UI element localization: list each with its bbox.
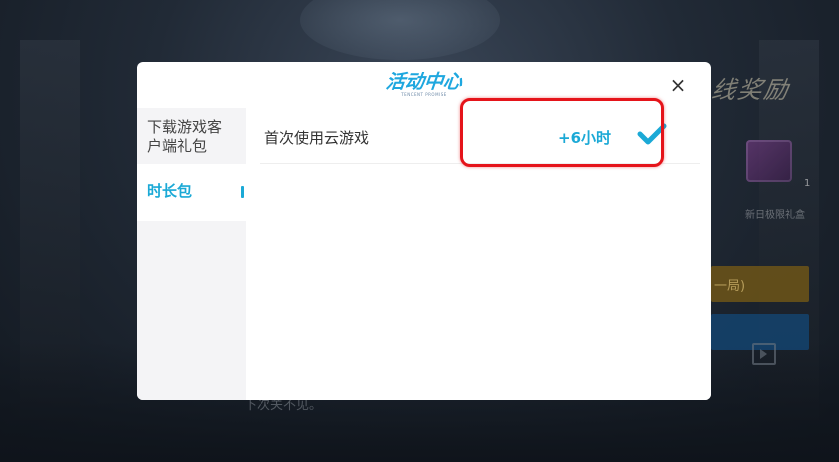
task-row: 首次使用云游戏 +6小时 — [260, 108, 700, 164]
active-indicator — [241, 186, 244, 198]
sidebar-item-empty — [137, 221, 246, 278]
logo-text: 活动中心 — [384, 71, 464, 93]
sidebar-item-client-gift[interactable]: 下载游戏客户端礼包 — [137, 108, 246, 164]
task-reward: +6小时 — [558, 129, 612, 147]
play-icon — [752, 343, 776, 365]
gift-count: 1 — [804, 178, 811, 189]
background-gold-button-label: 一局) — [714, 279, 746, 294]
sidebar-item-label: 时长包 — [147, 182, 193, 200]
check-icon — [637, 123, 667, 145]
sidebar-item-label: 下载游戏客户端礼包 — [147, 118, 223, 155]
close-button[interactable]: × — [667, 74, 689, 96]
task-label: 首次使用云游戏 — [264, 129, 370, 147]
activity-center-logo: 活动中心 TENCENT PROMISE — [379, 71, 469, 97]
activity-center-dialog: 活动中心 TENCENT PROMISE × 下载游戏客户端礼包 时长包 首次使… — [137, 62, 711, 400]
sidebar: 下载游戏客户端礼包 时长包 — [137, 108, 246, 400]
gift-box-image — [746, 140, 792, 182]
close-icon: × — [669, 73, 687, 97]
gift-label: 新日极限礼盒 — [745, 210, 805, 221]
background-glow — [300, 0, 500, 60]
background-title: 线奖励 — [709, 76, 792, 104]
task-list: 首次使用云游戏 +6小时 — [246, 108, 711, 400]
dialog-header: 活动中心 TENCENT PROMISE × — [137, 62, 711, 108]
sidebar-item-time-pack[interactable]: 时长包 — [137, 164, 246, 221]
